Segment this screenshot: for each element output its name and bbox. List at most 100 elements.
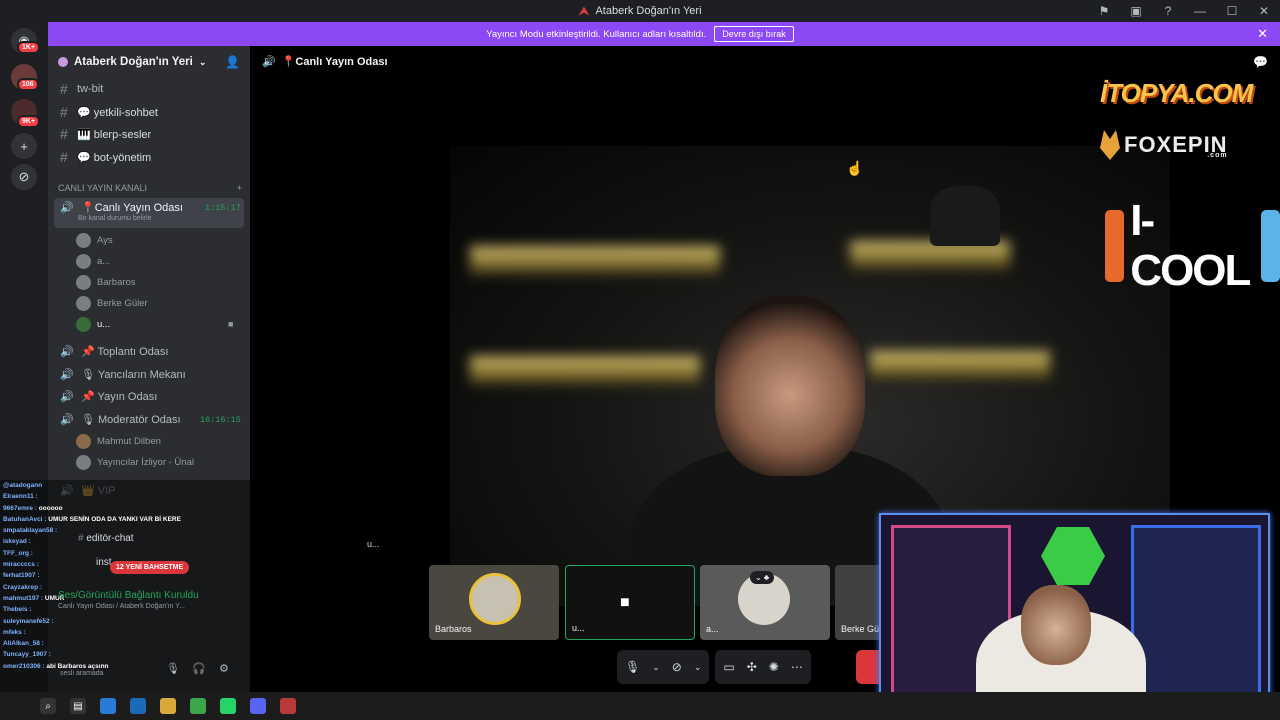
- participant-tile[interactable]: Barbaros: [429, 565, 559, 640]
- speaker-icon: 🔊: [262, 56, 276, 68]
- copilot-icon[interactable]: [100, 698, 116, 714]
- chat-line: mfeks :: [3, 627, 250, 638]
- chrome-icon[interactable]: [190, 698, 206, 714]
- speaker-icon: 🔊: [60, 345, 74, 358]
- chevron-down-icon[interactable]: ⌄: [652, 662, 660, 673]
- tile-name: u...: [572, 623, 585, 633]
- voice-connected-location[interactable]: Canlı Yayın Odası / Ataberk Doğan'ın Y..…: [58, 603, 185, 610]
- new-mentions-pill[interactable]: 12 YENİ BAHSETME: [110, 561, 190, 574]
- chat-bubble-icon[interactable]: 💬: [1253, 55, 1268, 69]
- add-server-icon[interactable]: +: [11, 133, 37, 159]
- invite-people-icon[interactable]: 👤: [225, 55, 240, 69]
- fox-icon: [1100, 130, 1120, 160]
- webcam-overlay: [879, 513, 1270, 718]
- taskview-icon[interactable]: ▤: [70, 698, 86, 714]
- headset-icon[interactable]: 🎧: [192, 662, 206, 675]
- hash-icon: #: [60, 149, 68, 165]
- mic-icon[interactable]: 🎙: [625, 660, 640, 674]
- chat-username: Thebeis :: [3, 606, 32, 614]
- chat-line: TFF_org :: [3, 548, 250, 559]
- server-avatar-icon: [58, 57, 68, 67]
- voice-user[interactable]: a...: [76, 251, 110, 271]
- voice-user-name: Ays: [97, 234, 113, 246]
- hand-cursor-icon: ☝: [846, 160, 864, 176]
- chat-username: mfeks :: [3, 628, 26, 636]
- voice-connected-status[interactable]: Ses/Görüntülü Bağlantı Kuruldu: [58, 590, 199, 601]
- maximize-button[interactable]: ☐: [1216, 4, 1248, 18]
- edge-icon[interactable]: [130, 698, 146, 714]
- close-banner-icon[interactable]: ✕: [1257, 26, 1268, 42]
- voice-user[interactable]: u...: [76, 314, 110, 334]
- tile-name: a...: [706, 624, 719, 634]
- window-controls: ⚑ ▣ ? — ☐ ✕: [1088, 0, 1280, 22]
- flag-icon[interactable]: ⚑: [1088, 4, 1120, 18]
- channel-editor-chat[interactable]: # editör-chat: [78, 533, 134, 544]
- voice-user[interactable]: Barbaros: [76, 272, 136, 292]
- voice-user[interactable]: Ays: [76, 230, 113, 250]
- voice-user-name: Yayıncılar İzliyor - Ünal: [97, 456, 194, 468]
- voice-user[interactable]: Yayıncılar İzliyor - Ünal: [76, 452, 194, 472]
- channel-tw-bit[interactable]: # tw-bit: [54, 78, 244, 100]
- discover-icon[interactable]: ⊘: [11, 164, 37, 190]
- soundboard-icon[interactable]: ✺: [769, 660, 779, 674]
- mic-icon[interactable]: 🎙: [166, 662, 180, 675]
- tile-name: Berke Gül: [841, 624, 882, 634]
- voice-channel-toplanti[interactable]: 🔊 📌 Toplantı Odası: [54, 340, 244, 362]
- chevron-down-icon[interactable]: ⌄: [694, 662, 702, 673]
- voice-channel-yancilar[interactable]: 🔊 🎙 Yancıların Mekanı: [54, 363, 244, 385]
- app-icon[interactable]: [280, 698, 296, 714]
- chat-username: ferhat1907 :: [3, 572, 40, 580]
- webcam-person-head: [1021, 585, 1091, 665]
- participant-tile[interactable]: ■ u...: [565, 565, 695, 640]
- chat-username: Tuncayy_1907 :: [3, 651, 51, 659]
- avatar: [76, 454, 91, 470]
- avatar: [76, 316, 91, 332]
- server-badge: 9K+: [17, 115, 41, 128]
- screen-icon[interactable]: ▣: [1120, 4, 1152, 18]
- chat-username: iskeyad :: [3, 538, 31, 546]
- voice-channel-yayin[interactable]: 🔊 📌 Yayın Odası: [54, 385, 244, 407]
- voice-user-name: Berke Güler: [97, 297, 148, 309]
- channel-blerp-sesler[interactable]: # 🎹 blerp-sesler: [54, 123, 244, 145]
- help-icon[interactable]: ?: [1152, 4, 1184, 18]
- server-header[interactable]: Ataberk Doğan'ın Yeri ⌄ 👤: [48, 46, 250, 78]
- activities-icon[interactable]: ✣: [747, 660, 757, 674]
- disable-streamer-mode-button[interactable]: Devre dışı bırak: [714, 26, 794, 42]
- os-taskbar: ⌕ ▤: [0, 692, 1280, 720]
- speaker-icon: 🔊: [60, 413, 74, 426]
- title-bar: Ataberk Doğan'ın Yeri ⚑ ▣ ? — ☐ ✕: [0, 0, 1280, 22]
- chat-username: BatuhanAvci :: [3, 515, 49, 523]
- channel-label: 💬 yetkili-sohbet: [77, 106, 158, 119]
- voice-user[interactable]: Berke Güler: [76, 293, 148, 313]
- streamer-head: [715, 296, 865, 476]
- server-badge: 106: [17, 78, 39, 91]
- settings-gear-icon[interactable]: ⚙: [219, 662, 229, 675]
- voice-timer: 1:15:17: [205, 203, 241, 213]
- channel-status[interactable]: Bir kanal durumu belirle: [78, 215, 152, 222]
- whatsapp-icon[interactable]: [220, 698, 236, 714]
- channel-bot-yonetim[interactable]: # 💬 bot-yönetim: [54, 146, 244, 168]
- chevron-down-icon[interactable]: ⌄ ♣: [750, 571, 775, 584]
- minimize-button[interactable]: —: [1184, 4, 1216, 18]
- chat-username: Crayzakrep :: [3, 583, 43, 591]
- camera-off-icon[interactable]: ⊘: [672, 660, 682, 674]
- category-label: CANLI YAYIN KANALI: [58, 183, 148, 193]
- discord-icon[interactable]: [250, 698, 266, 714]
- screen-share-icon[interactable]: ▭: [723, 660, 734, 674]
- chat-line: @atadogann: [3, 480, 250, 491]
- streamer-mode-banner: Yayıncı Modu etkinleştirildi. Kullanıcı …: [0, 22, 1280, 46]
- folder-icon[interactable]: [160, 698, 176, 714]
- participant-tile[interactable]: ⌄ ♣ a...: [700, 565, 830, 640]
- add-channel-icon[interactable]: +: [237, 183, 242, 193]
- search-icon[interactable]: ⌕: [40, 698, 56, 714]
- hash-icon: #: [60, 126, 68, 142]
- chat-line: AliAlkan_58 :: [3, 638, 250, 649]
- more-options-icon[interactable]: ⋯: [791, 660, 803, 674]
- channel-yetkili-sohbet[interactable]: # 💬 yetkili-sohbet: [54, 101, 244, 123]
- voice-user[interactable]: Mahmut Dilben: [76, 431, 161, 451]
- channel-label: editör-chat: [86, 533, 134, 544]
- chat-username: TFF_org :: [3, 549, 33, 557]
- speaker-icon: 🔊: [60, 368, 74, 381]
- category-canli-yayin[interactable]: CANLI YAYIN KANALI +: [58, 183, 242, 193]
- close-window-button[interactable]: ✕: [1248, 4, 1280, 18]
